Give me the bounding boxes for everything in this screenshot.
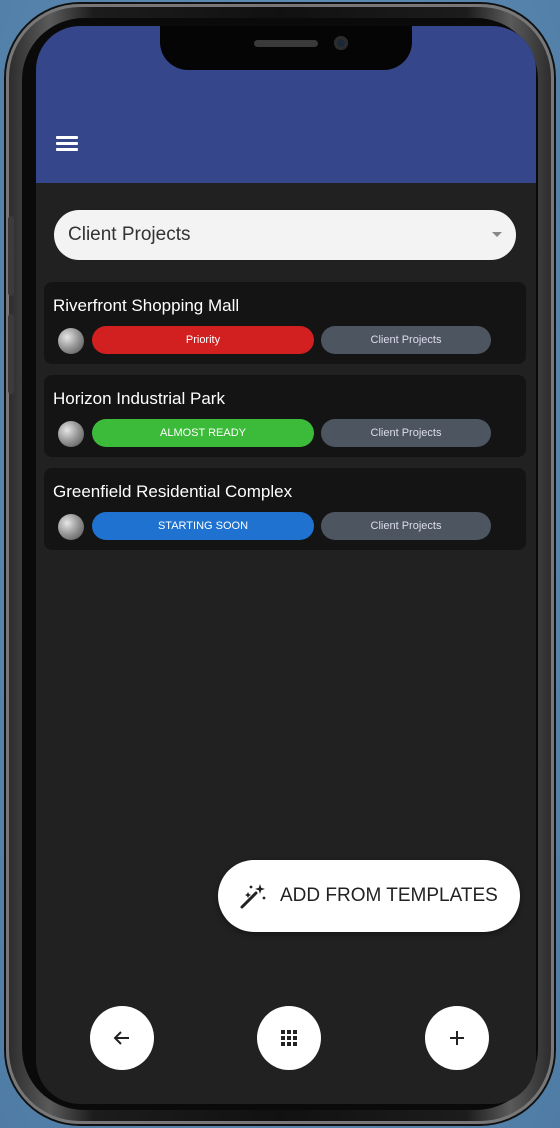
- category-badge: Client Projects: [321, 512, 491, 540]
- speaker: [254, 40, 318, 47]
- volume-up-button: [8, 216, 14, 296]
- project-card[interactable]: Horizon Industrial Park ALMOST READY Cli…: [44, 375, 526, 457]
- arrow-left-icon: [113, 1031, 129, 1045]
- add-from-templates-button[interactable]: ADD FROM TEMPLATES: [218, 860, 520, 932]
- magic-wand-icon: [240, 884, 266, 909]
- dropdown-selected-value: Client Projects: [68, 224, 191, 245]
- avatar: [58, 328, 84, 354]
- project-title: Horizon Industrial Park: [53, 389, 225, 408]
- apps-grid-button[interactable]: [257, 1006, 321, 1070]
- notch: [160, 26, 412, 70]
- chevron-down-icon: [492, 232, 502, 237]
- status-badge: STARTING SOON: [92, 512, 314, 540]
- plus-icon: [450, 1031, 464, 1045]
- status-badge: Priority: [92, 326, 314, 354]
- add-button[interactable]: [425, 1006, 489, 1070]
- app-screen: Client Projects Riverfront Shopping Mall…: [36, 26, 536, 1104]
- hamburger-menu-icon[interactable]: [56, 136, 78, 154]
- project-card[interactable]: Riverfront Shopping Mall Priority Client…: [44, 282, 526, 364]
- camera-icon: [334, 36, 348, 50]
- avatar: [58, 514, 84, 540]
- project-title: Riverfront Shopping Mall: [53, 296, 240, 315]
- category-badge: Client Projects: [321, 419, 491, 447]
- grid-icon: [281, 1030, 297, 1046]
- add-from-templates-label: ADD FROM TEMPLATES: [280, 885, 498, 906]
- volume-down-button: [8, 314, 14, 394]
- back-button[interactable]: [90, 1006, 154, 1070]
- project-title: Greenfield Residential Complex: [53, 482, 293, 501]
- project-card[interactable]: Greenfield Residential Complex STARTING …: [44, 468, 526, 550]
- category-badge: Client Projects: [321, 326, 491, 354]
- status-badge: ALMOST READY: [92, 419, 314, 447]
- avatar: [58, 421, 84, 447]
- project-filter-dropdown[interactable]: Client Projects: [54, 210, 516, 260]
